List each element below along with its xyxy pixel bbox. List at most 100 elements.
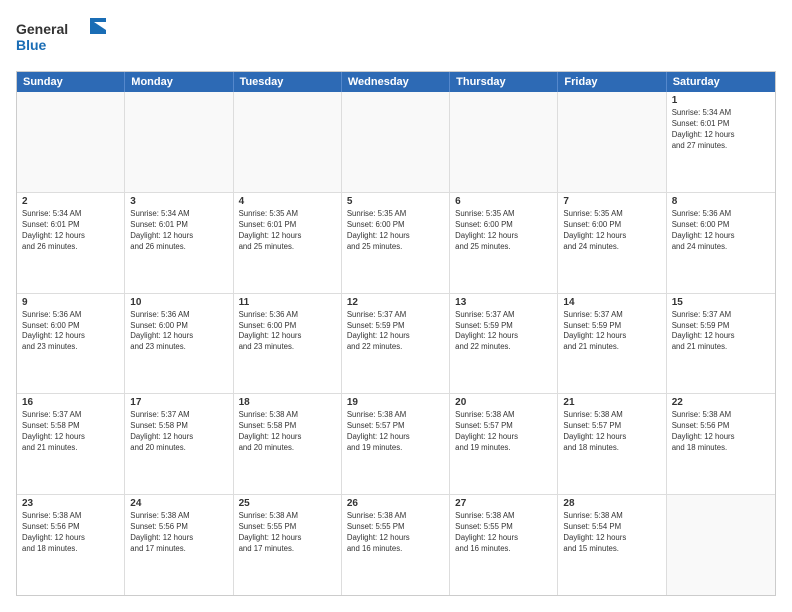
empty-cell xyxy=(450,92,558,192)
day-18: 18 Sunrise: 5:38 AM Sunset: 5:58 PM Dayli… xyxy=(234,394,342,494)
day-info: Sunrise: 5:36 AM Sunset: 6:00 PM Dayligh… xyxy=(22,310,119,354)
day-info: Sunrise: 5:38 AM Sunset: 5:57 PM Dayligh… xyxy=(347,410,444,454)
calendar: SundayMondayTuesdayWednesdayThursdayFrid… xyxy=(16,71,776,596)
day-info: Sunrise: 5:35 AM Sunset: 6:00 PM Dayligh… xyxy=(347,209,444,253)
day-number: 9 xyxy=(22,297,119,308)
empty-cell xyxy=(125,92,233,192)
day-number: 13 xyxy=(455,297,552,308)
day-8: 8Sunrise: 5:36 AM Sunset: 6:00 PM Daylig… xyxy=(667,193,775,293)
day-24: 24 Sunrise: 5:38 AM Sunset: 5:56 PM Dayli… xyxy=(125,495,233,595)
empty-cell xyxy=(342,92,450,192)
header-saturday: Saturday xyxy=(667,72,775,92)
day-info: Sunrise: 5:38 AM Sunset: 5:58 PM Dayligh… xyxy=(239,410,336,454)
day-21: 21 Sunrise: 5:38 AM Sunset: 5:57 PM Dayli… xyxy=(558,394,666,494)
logo-icon: General Blue xyxy=(16,16,116,56)
day-22: 22 Sunrise: 5:38 AM Sunset: 5:56 PM Dayli… xyxy=(667,394,775,494)
day-number: 1 xyxy=(672,95,770,106)
header-wednesday: Wednesday xyxy=(342,72,450,92)
day-info: Sunrise: 5:38 AM Sunset: 5:56 PM Dayligh… xyxy=(22,511,119,555)
day-info: Sunrise: 5:36 AM Sunset: 6:00 PM Dayligh… xyxy=(130,310,227,354)
day-number: 11 xyxy=(239,297,336,308)
day-15: 15 Sunrise: 5:37 AM Sunset: 5:59 PM Dayli… xyxy=(667,294,775,394)
day-25: 25 Sunrise: 5:38 AM Sunset: 5:55 PM Dayli… xyxy=(234,495,342,595)
day-info: Sunrise: 5:37 AM Sunset: 5:58 PM Dayligh… xyxy=(130,410,227,454)
day-info: Sunrise: 5:38 AM Sunset: 5:55 PM Dayligh… xyxy=(347,511,444,555)
cal-row-4: 23 Sunrise: 5:38 AM Sunset: 5:56 PM Dayli… xyxy=(17,495,775,595)
day-number: 3 xyxy=(130,196,227,207)
header-sunday: Sunday xyxy=(17,72,125,92)
day-number: 2 xyxy=(22,196,119,207)
day-number: 17 xyxy=(130,397,227,408)
day-number: 27 xyxy=(455,498,552,509)
day-number: 8 xyxy=(672,196,770,207)
day-info: Sunrise: 5:37 AM Sunset: 5:59 PM Dayligh… xyxy=(455,310,552,354)
day-number: 25 xyxy=(239,498,336,509)
day-5: 5 Sunrise: 5:35 AM Sunset: 6:00 PM Daylig… xyxy=(342,193,450,293)
day-2: 2 Sunrise: 5:34 AM Sunset: 6:01 PM Daylig… xyxy=(17,193,125,293)
day-20: 20 Sunrise: 5:38 AM Sunset: 5:57 PM Dayli… xyxy=(450,394,558,494)
day-info: Sunrise: 5:37 AM Sunset: 5:59 PM Dayligh… xyxy=(672,310,770,354)
day-info: Sunrise: 5:38 AM Sunset: 5:57 PM Dayligh… xyxy=(455,410,552,454)
header-friday: Friday xyxy=(558,72,666,92)
empty-cell xyxy=(558,92,666,192)
day-14: 14 Sunrise: 5:37 AM Sunset: 5:59 PM Dayli… xyxy=(558,294,666,394)
cal-row-3: 16 Sunrise: 5:37 AM Sunset: 5:58 PM Dayli… xyxy=(17,394,775,495)
header-tuesday: Tuesday xyxy=(234,72,342,92)
day-number: 18 xyxy=(239,397,336,408)
day-number: 14 xyxy=(563,297,660,308)
day-number: 16 xyxy=(22,397,119,408)
day-info: Sunrise: 5:37 AM Sunset: 5:58 PM Dayligh… xyxy=(22,410,119,454)
day-info: Sunrise: 5:37 AM Sunset: 5:59 PM Dayligh… xyxy=(347,310,444,354)
day-number: 7 xyxy=(563,196,660,207)
day-1: 1 Sunrise: 5:34 AM Sunset: 6:01 PM Daylig… xyxy=(667,92,775,192)
day-info: Sunrise: 5:34 AM Sunset: 6:01 PM Dayligh… xyxy=(22,209,119,253)
day-number: 24 xyxy=(130,498,227,509)
day-number: 4 xyxy=(239,196,336,207)
logo: General Blue xyxy=(16,16,116,61)
day-3: 3 Sunrise: 5:34 AM Sunset: 6:01 PM Daylig… xyxy=(125,193,233,293)
day-number: 15 xyxy=(672,297,770,308)
day-12: 12 Sunrise: 5:37 AM Sunset: 5:59 PM Dayli… xyxy=(342,294,450,394)
day-info: Sunrise: 5:34 AM Sunset: 6:01 PM Dayligh… xyxy=(672,108,770,152)
day-23: 23 Sunrise: 5:38 AM Sunset: 5:56 PM Dayli… xyxy=(17,495,125,595)
calendar-body: 1 Sunrise: 5:34 AM Sunset: 6:01 PM Daylig… xyxy=(17,92,775,595)
day-info: Sunrise: 5:38 AM Sunset: 5:57 PM Dayligh… xyxy=(563,410,660,454)
day-info: Sunrise: 5:34 AM Sunset: 6:01 PM Dayligh… xyxy=(130,209,227,253)
day-info: Sunrise: 5:35 AM Sunset: 6:01 PM Dayligh… xyxy=(239,209,336,253)
empty-cell xyxy=(17,92,125,192)
day-27: 27 Sunrise: 5:38 AM Sunset: 5:55 PM Dayli… xyxy=(450,495,558,595)
page: General Blue SundayMondayTuesdayWednesda… xyxy=(0,0,792,612)
day-info: Sunrise: 5:35 AM Sunset: 6:00 PM Dayligh… xyxy=(455,209,552,253)
calendar-header: SundayMondayTuesdayWednesdayThursdayFrid… xyxy=(17,72,775,92)
day-number: 20 xyxy=(455,397,552,408)
day-info: Sunrise: 5:36 AM Sunset: 6:00 PM Dayligh… xyxy=(239,310,336,354)
day-17: 17 Sunrise: 5:37 AM Sunset: 5:58 PM Dayli… xyxy=(125,394,233,494)
header-thursday: Thursday xyxy=(450,72,558,92)
day-number: 21 xyxy=(563,397,660,408)
day-number: 10 xyxy=(130,297,227,308)
day-number: 23 xyxy=(22,498,119,509)
header-monday: Monday xyxy=(125,72,233,92)
day-number: 5 xyxy=(347,196,444,207)
day-info: Sunrise: 5:37 AM Sunset: 5:59 PM Dayligh… xyxy=(563,310,660,354)
day-info: Sunrise: 5:38 AM Sunset: 5:56 PM Dayligh… xyxy=(672,410,770,454)
day-11: 11 Sunrise: 5:36 AM Sunset: 6:00 PM Dayli… xyxy=(234,294,342,394)
cal-row-2: 9 Sunrise: 5:36 AM Sunset: 6:00 PM Daylig… xyxy=(17,294,775,395)
empty-cell xyxy=(667,495,775,595)
day-info: Sunrise: 5:38 AM Sunset: 5:55 PM Dayligh… xyxy=(455,511,552,555)
day-26: 26Sunrise: 5:38 AM Sunset: 5:55 PM Dayli… xyxy=(342,495,450,595)
day-info: Sunrise: 5:38 AM Sunset: 5:56 PM Dayligh… xyxy=(130,511,227,555)
day-10: 10 Sunrise: 5:36 AM Sunset: 6:00 PM Dayli… xyxy=(125,294,233,394)
day-number: 12 xyxy=(347,297,444,308)
day-info: Sunrise: 5:38 AM Sunset: 5:55 PM Dayligh… xyxy=(239,511,336,555)
day-number: 22 xyxy=(672,397,770,408)
svg-text:General: General xyxy=(16,21,68,37)
cal-row-0: 1 Sunrise: 5:34 AM Sunset: 6:01 PM Daylig… xyxy=(17,92,775,193)
header: General Blue xyxy=(16,16,776,61)
day-4: 4 Sunrise: 5:35 AM Sunset: 6:01 PM Daylig… xyxy=(234,193,342,293)
empty-cell xyxy=(234,92,342,192)
day-number: 28 xyxy=(563,498,660,509)
cal-row-1: 2 Sunrise: 5:34 AM Sunset: 6:01 PM Daylig… xyxy=(17,193,775,294)
day-16: 16 Sunrise: 5:37 AM Sunset: 5:58 PM Dayli… xyxy=(17,394,125,494)
day-number: 6 xyxy=(455,196,552,207)
